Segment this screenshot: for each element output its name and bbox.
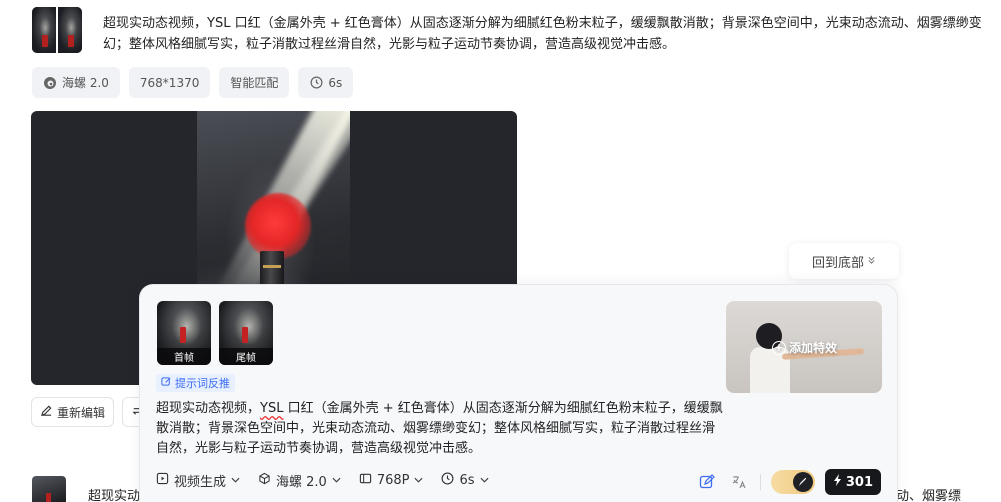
mode-dropdown[interactable]: 视频生成 (156, 471, 240, 490)
add-effect-label-wrap: + 添加特效 (772, 339, 837, 356)
duration-dropdown[interactable]: 6s (441, 472, 489, 489)
mode-label: 视频生成 (174, 475, 227, 490)
match-tag[interactable]: 智能匹配 (219, 67, 290, 98)
rocket-icon (792, 472, 813, 492)
chevron-down-icon (480, 476, 489, 486)
edit-square-icon (161, 376, 172, 390)
composer-toolbar: 视频生成 海螺 2.0 768P 6s (156, 471, 489, 490)
clock-icon (309, 76, 323, 90)
generation-tags: 海螺 2.0 768*1370 智能匹配 6s (32, 67, 354, 98)
last-frame-label: 尾帧 (219, 348, 273, 365)
last-frame-card[interactable]: 尾帧 (219, 301, 273, 365)
duration-label: 6s (459, 473, 475, 488)
resolution-dropdown[interactable]: 768P (359, 472, 424, 489)
add-effect-label: 添加特效 (789, 341, 838, 355)
plus-circle-icon: + (772, 340, 786, 355)
size-tag-label: 768*1370 (139, 75, 200, 90)
cube-icon (258, 472, 271, 489)
match-tag-label: 智能匹配 (230, 76, 279, 90)
first-frame-label: 首帧 (157, 348, 211, 365)
chevron-down-icon (332, 476, 341, 486)
size-tag[interactable]: 768*1370 (128, 67, 211, 98)
prompt-thumbnail[interactable] (32, 7, 82, 53)
prompt-input[interactable]: 超现实动态视频，YSL 口红（金属外壳 + 红色膏体）从固态逐渐分解为细腻红色粉… (156, 399, 726, 459)
model-label: 海螺 2.0 (276, 475, 327, 490)
chevron-down-icon (231, 476, 240, 486)
reedit-label: 重新编辑 (57, 405, 106, 420)
first-frame-card[interactable]: 首帧 (157, 301, 211, 365)
video-generate-icon (156, 472, 169, 489)
back-to-bottom-button[interactable]: 回到底部 (789, 243, 899, 279)
spellcheck-flag: YSL (260, 401, 284, 416)
pencil-icon (40, 404, 53, 420)
translate-icon[interactable] (728, 471, 750, 493)
toolbar-divider (759, 474, 761, 490)
lightning-icon (833, 474, 843, 490)
prompt-edit-icon[interactable] (696, 471, 718, 493)
add-effect-card[interactable]: + 添加特效 (726, 301, 882, 393)
reverse-prompt-button[interactable]: 提示词反推 (156, 374, 235, 392)
next-prompt-text: 超现实动 (88, 489, 141, 502)
clock-icon (441, 472, 454, 489)
generate-button[interactable]: 301 (824, 469, 881, 495)
reedit-button[interactable]: 重新编辑 (31, 397, 115, 427)
model-dropdown[interactable]: 海螺 2.0 (258, 471, 341, 490)
page: 超现实动态视频，YSL 口红（金属外壳 + 红色膏体）从固态逐渐分解为细腻红色粉… (0, 0, 1001, 502)
next-prompt-thumbnail[interactable] (32, 476, 66, 502)
prompt-text: 超现实动态视频，YSL 口红（金属外壳 + 红色膏体）从固态逐渐分解为细腻红色粉… (103, 16, 982, 52)
reverse-prompt-label: 提示词反推 (175, 377, 230, 390)
composer-right-tools: 301 (696, 469, 881, 495)
model-tag[interactable]: 海螺 2.0 (32, 67, 120, 98)
duration-tag[interactable]: 6s (298, 67, 354, 98)
credit-count: 301 (845, 474, 873, 490)
chevron-down-icon (414, 476, 423, 486)
video-actions: 重新编辑 (31, 397, 154, 427)
last-frame-thumbnail (58, 7, 82, 53)
duration-tag-label: 6s (328, 75, 343, 90)
first-frame-thumbnail (32, 7, 56, 53)
hailuo-logo-icon (43, 76, 57, 90)
prompt-input-start: 超现实动态视频， (156, 401, 261, 416)
model-tag-label: 海螺 2.0 (62, 76, 109, 90)
double-chevron-down-icon (867, 254, 876, 269)
resolution-label: 768P (376, 473, 410, 488)
composer-panel: 首帧 尾帧 + 添加特效 提示词反推 超现实动态视频，YSL 口红（金属外壳 +… (139, 284, 898, 502)
resolution-icon (359, 472, 372, 489)
fast-mode-toggle[interactable] (770, 470, 815, 494)
back-to-bottom-label: 回到底部 (811, 255, 864, 271)
